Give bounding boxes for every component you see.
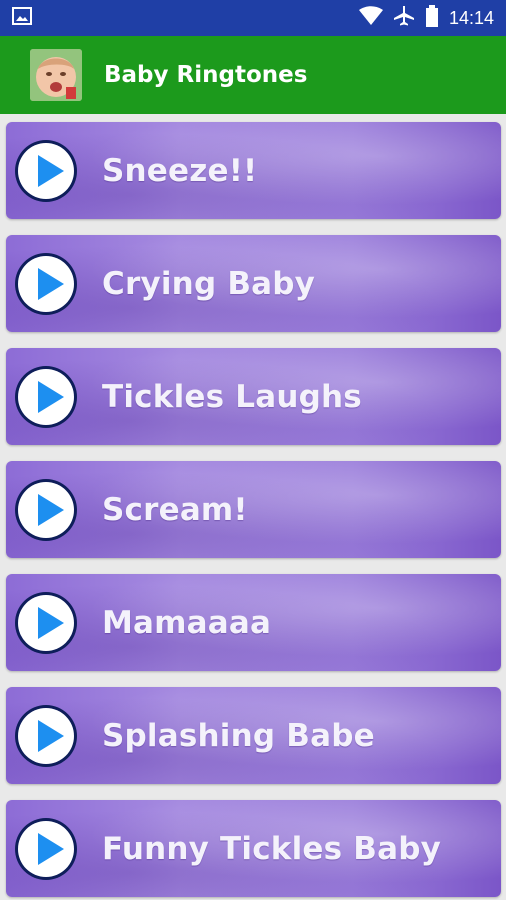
ringtone-label: Funny Tickles Baby [102, 830, 442, 867]
wifi-icon [358, 6, 383, 30]
app-title: Baby Ringtones [104, 62, 308, 88]
ringtone-item[interactable]: Mamaaaa [6, 574, 501, 671]
ringtone-item[interactable]: Crying Baby [6, 235, 501, 332]
play-icon[interactable] [14, 704, 78, 768]
app-bar: Baby Ringtones [0, 36, 506, 114]
play-icon[interactable] [14, 817, 78, 881]
play-icon[interactable] [14, 365, 78, 429]
ringtone-label: Scream! [102, 491, 248, 528]
airplane-icon [393, 5, 415, 31]
image-icon [12, 7, 32, 29]
clock: 14:14 [448, 7, 494, 28]
ringtone-label: Sneeze!! [102, 152, 258, 189]
status-bar: 14:14 [0, 0, 506, 36]
ringtone-item[interactable]: Sneeze!! [6, 122, 501, 219]
ringtone-label: Crying Baby [102, 265, 316, 302]
ringtone-item[interactable]: Tickles Laughs [6, 348, 501, 445]
play-icon[interactable] [14, 478, 78, 542]
battery-icon [425, 5, 439, 31]
play-icon[interactable] [14, 591, 78, 655]
ringtone-list: Sneeze!! Crying Baby Tickles Laughs Scre… [0, 114, 506, 897]
ringtone-item[interactable]: Splashing Babe [6, 687, 501, 784]
ringtone-item[interactable]: Funny Tickles Baby [6, 800, 501, 897]
ringtone-label: Mamaaaa [102, 604, 272, 641]
play-icon[interactable] [14, 252, 78, 316]
ringtone-label: Splashing Babe [102, 717, 375, 754]
baby-face-icon [30, 49, 82, 101]
ringtone-item[interactable]: Scream! [6, 461, 501, 558]
play-icon[interactable] [14, 139, 78, 203]
ringtone-label: Tickles Laughs [102, 378, 362, 415]
